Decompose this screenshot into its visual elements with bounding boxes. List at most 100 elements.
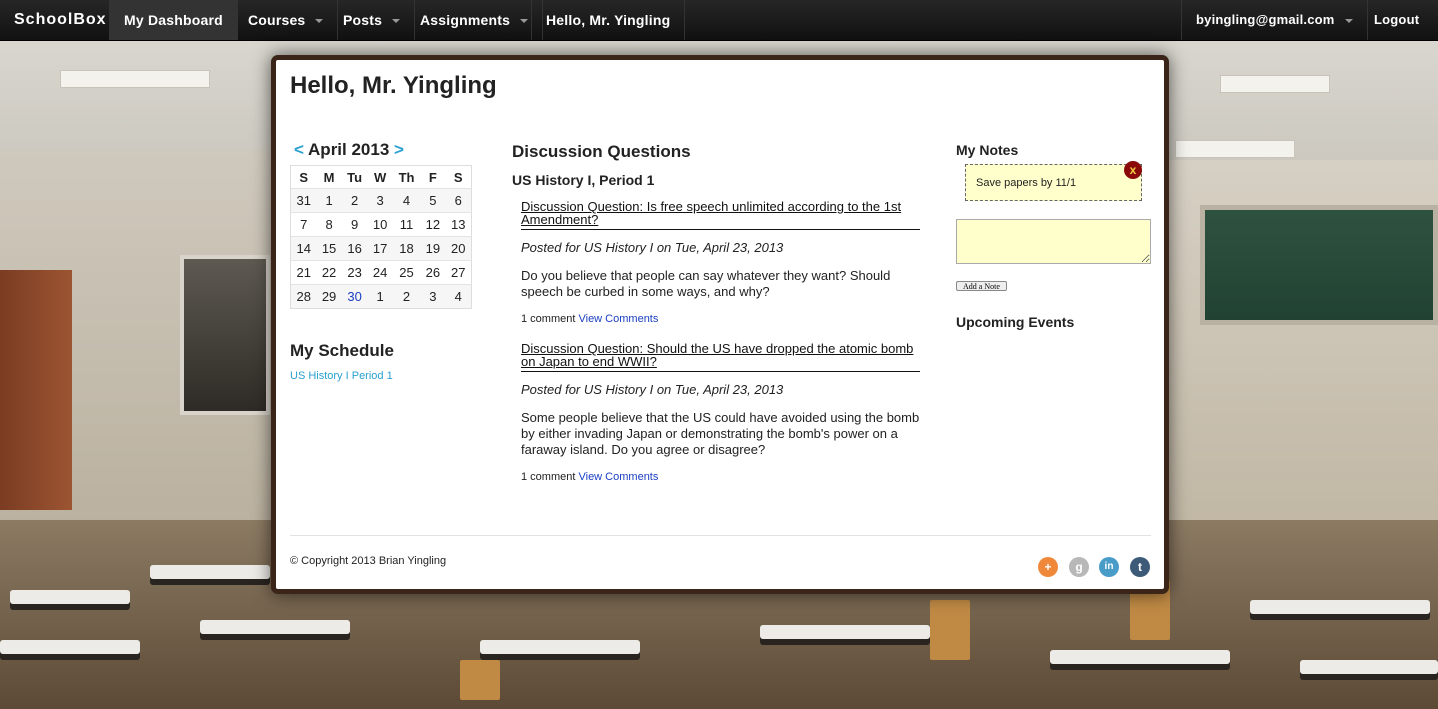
calendar-day[interactable]: 12 — [420, 212, 446, 237]
post-question-link[interactable]: Discussion Question: Is free speech unli… — [521, 200, 920, 230]
addthis-icon[interactable]: + — [1038, 557, 1058, 577]
weekday-header: S — [299, 169, 309, 185]
calendar-day[interactable]: 7 — [290, 212, 317, 237]
nav-courses[interactable]: Courses — [234, 0, 339, 40]
calendar-day[interactable]: 22 — [316, 260, 342, 285]
discussion-title: Discussion Questions — [512, 142, 691, 161]
calendar-week-row: 28 29 30 1 2 3 4 — [290, 284, 472, 309]
calendar-day[interactable]: 20 — [445, 236, 472, 261]
chevron-down-icon — [520, 19, 529, 24]
chevron-down-icon — [315, 19, 324, 24]
weekday-header: W — [373, 169, 387, 185]
calendar-header: < April 2013 > — [294, 140, 404, 160]
nav-my-dashboard[interactable]: My Dashboard — [110, 0, 238, 40]
notes-title: My Notes — [956, 142, 1019, 158]
tumblr-icon[interactable]: t — [1130, 557, 1150, 577]
calendar-day[interactable]: 30 — [341, 284, 368, 309]
calendar-next-button[interactable]: > — [394, 140, 404, 159]
nav-my-dashboard-label: My Dashboard — [124, 12, 223, 28]
calendar-day[interactable]: 4 — [445, 284, 472, 309]
sticky-note: Save papers by 11/1 — [965, 164, 1142, 201]
copyright-text: © Copyright 2013 Brian Yingling — [290, 555, 447, 567]
post-footer: 1 comment View Comments — [521, 471, 920, 483]
post-footer: 1 comment View Comments — [521, 313, 920, 325]
linkedin-icon[interactable]: in — [1099, 557, 1119, 577]
chevron-down-icon — [392, 19, 401, 24]
calendar-day[interactable]: 16 — [341, 236, 368, 261]
calendar-day[interactable]: 17 — [367, 236, 393, 261]
discussion-post: Discussion Question: Is free speech unli… — [521, 200, 920, 325]
close-icon[interactable]: x — [1124, 161, 1142, 179]
comment-count: 1 comment — [521, 471, 576, 483]
post-body: Do you believe that people can say whate… — [521, 268, 891, 299]
view-comments-link[interactable]: View Comments — [578, 471, 658, 483]
calendar-day[interactable]: 27 — [445, 260, 472, 285]
calendar-day[interactable]: 14 — [290, 236, 317, 261]
nav-assignments[interactable]: Assignments — [406, 0, 544, 40]
footer-divider — [290, 535, 1151, 536]
calendar-day[interactable]: 19 — [420, 236, 446, 261]
discussion-course: US History I, Period 1 — [512, 172, 655, 188]
weekday-header: S — [453, 169, 463, 185]
calendar-day[interactable]: 24 — [367, 260, 393, 285]
calendar-day[interactable]: 2 — [392, 284, 421, 309]
calendar-day[interactable]: 23 — [341, 260, 368, 285]
logout-button[interactable]: Logout — [1360, 0, 1433, 40]
calendar-day[interactable]: 8 — [316, 212, 342, 237]
calendar-day[interactable]: 25 — [392, 260, 421, 285]
calendar-month-label: April 2013 — [308, 140, 390, 159]
note-input[interactable] — [956, 219, 1151, 264]
calendar-day[interactable]: 31 — [290, 188, 317, 213]
discussion-post: Discussion Question: Should the US have … — [521, 342, 920, 483]
post-question-link[interactable]: Discussion Question: Should the US have … — [521, 342, 920, 372]
brand-logo[interactable]: SchoolBox — [0, 0, 110, 40]
schedule-title: My Schedule — [290, 341, 394, 360]
weekday-header: Th — [398, 169, 415, 185]
post-body: Some people believe that the US could ha… — [521, 410, 920, 457]
weekday-header: M — [323, 169, 335, 185]
calendar-day[interactable]: 26 — [420, 260, 446, 285]
calendar-day[interactable]: 11 — [392, 212, 421, 237]
calendar-day[interactable]: 3 — [367, 188, 393, 213]
calendar-day[interactable]: 10 — [367, 212, 393, 237]
schedule-course-link[interactable]: US History I Period 1 — [290, 370, 393, 382]
calendar-day[interactable]: 29 — [316, 284, 342, 309]
add-note-button[interactable]: Add a Note — [956, 281, 1007, 291]
comment-count: 1 comment — [521, 313, 576, 325]
calendar-day[interactable]: 6 — [445, 188, 472, 213]
calendar-day[interactable]: 1 — [316, 188, 342, 213]
calendar-day[interactable]: 9 — [341, 212, 368, 237]
calendar-week-row: 14 15 16 17 18 19 20 — [290, 236, 472, 261]
calendar-week-row: 31 1 2 3 4 5 6 — [290, 188, 472, 213]
weekday-header: F — [428, 169, 437, 185]
calendar-prev-button[interactable]: < — [294, 140, 304, 159]
nav-posts[interactable]: Posts — [329, 0, 416, 40]
calendar-day[interactable]: 18 — [392, 236, 421, 261]
account-menu[interactable]: byingling@gmail.com — [1181, 0, 1368, 40]
top-navbar: SchoolBox My Dashboard Courses Posts Ass… — [0, 0, 1438, 41]
nav-greeting-label: Hello, Mr. Yingling — [546, 12, 671, 28]
events-title: Upcoming Events — [956, 314, 1075, 330]
calendar-day[interactable]: 3 — [420, 284, 446, 309]
weekday-header: Tu — [347, 169, 363, 185]
calendar-day[interactable]: 28 — [290, 284, 317, 309]
calendar-day[interactable]: 5 — [420, 188, 446, 213]
calendar-day[interactable]: 4 — [392, 188, 421, 213]
nav-greeting[interactable]: Hello, Mr. Yingling — [531, 0, 686, 40]
google-icon[interactable]: g — [1069, 557, 1089, 577]
account-email: byingling@gmail.com — [1196, 12, 1335, 27]
calendar-day[interactable]: 21 — [290, 260, 317, 285]
page-title: Hello, Mr. Yingling — [290, 72, 497, 99]
calendar-week-row: 7 8 9 10 11 12 13 — [290, 212, 472, 237]
calendar-day[interactable]: 1 — [367, 284, 393, 309]
calendar-day[interactable]: 13 — [445, 212, 472, 237]
nav-courses-label: Courses — [248, 12, 306, 28]
dashboard-panel: Hello, Mr. Yingling < April 2013 > S M T… — [271, 55, 1169, 594]
calendar-week-row: 21 22 23 24 25 26 27 — [290, 260, 472, 285]
view-comments-link[interactable]: View Comments — [578, 313, 658, 325]
post-meta: Posted for US History I on Tue, April 23… — [521, 382, 784, 397]
calendar-day[interactable]: 15 — [316, 236, 342, 261]
nav-posts-label: Posts — [343, 12, 383, 28]
calendar-day[interactable]: 2 — [341, 188, 368, 213]
nav-assignments-label: Assignments — [420, 12, 511, 28]
